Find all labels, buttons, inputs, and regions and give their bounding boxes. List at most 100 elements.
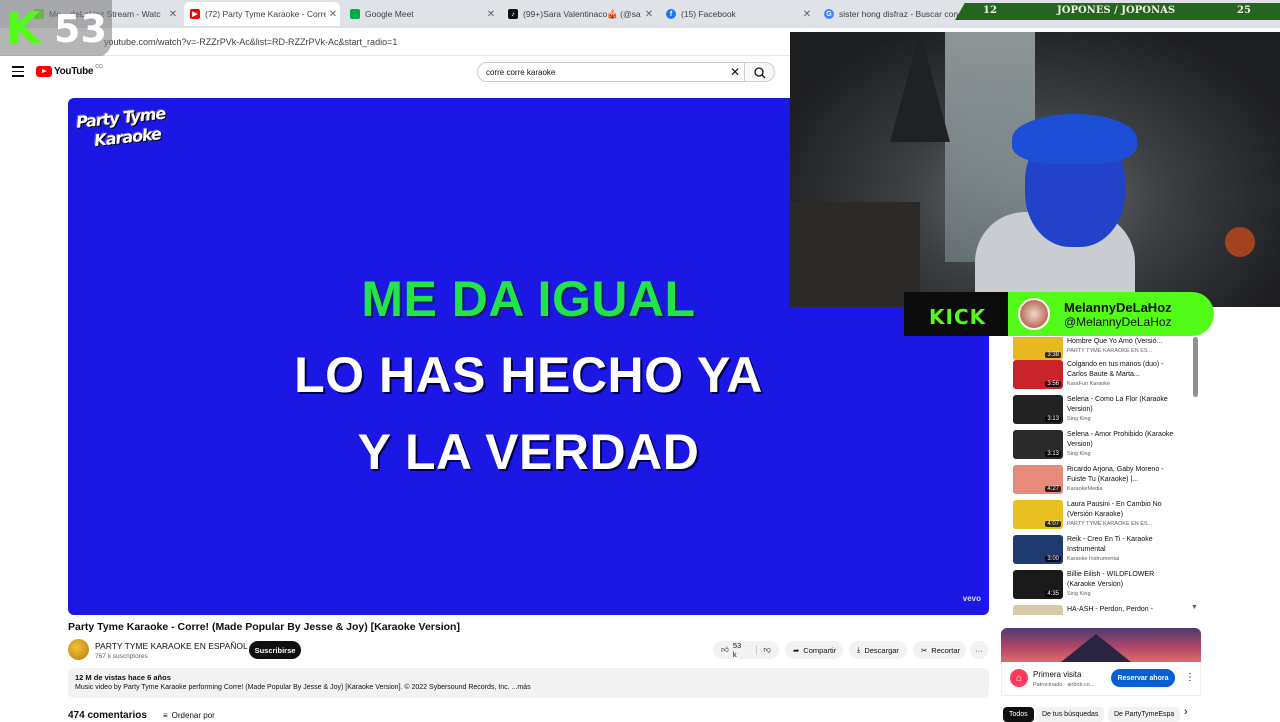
playlist-item-channel: Sing King bbox=[1067, 591, 1091, 597]
webcam-shelf bbox=[790, 202, 920, 307]
like-count[interactable]: 53 k bbox=[733, 641, 747, 659]
webcam-witch-hat bbox=[890, 32, 950, 142]
description-box[interactable] bbox=[68, 668, 989, 698]
close-tab-icon[interactable]: ✕ bbox=[800, 9, 814, 20]
playlist-item-title[interactable]: HA-ASH - Perdon, Perdon - bbox=[1067, 605, 1177, 615]
playlist-scroll-down-icon[interactable]: ▼ bbox=[1191, 604, 1198, 611]
playlist-item[interactable]: 4:07 Laura Pausini - En Cambio No (Versi… bbox=[1003, 500, 1201, 535]
playlist-thumbnail[interactable]: 3:56 bbox=[1013, 360, 1063, 389]
chips-next-icon[interactable]: › bbox=[1184, 706, 1188, 718]
address-bar[interactable]: youtube.com/watch?v=-RZZrPVk-Ac&list=RD-… bbox=[0, 28, 790, 56]
close-tab-icon[interactable]: ✕ bbox=[166, 9, 180, 20]
dislike-icon[interactable]: 👎︎ bbox=[756, 645, 771, 655]
like-icon[interactable]: 👍︎ bbox=[721, 645, 729, 655]
browser-tab-meet[interactable]: Google Meet ✕ bbox=[344, 2, 498, 26]
ad-cta-button[interactable]: Reservar ahora bbox=[1111, 669, 1175, 687]
subscribe-button[interactable]: Suscribirse bbox=[249, 641, 301, 659]
playlist-thumbnail[interactable] bbox=[1013, 605, 1063, 615]
meet-icon bbox=[350, 9, 360, 19]
share-icon: ➦ bbox=[793, 645, 800, 655]
close-tab-icon[interactable]: ✕ bbox=[326, 9, 340, 20]
kick-brand: KICK bbox=[904, 292, 1010, 336]
webcam-lamp bbox=[1225, 227, 1255, 257]
score-label: JOPONES / JOPONAS bbox=[1057, 5, 1176, 16]
search-icon bbox=[754, 67, 766, 79]
playlist-item[interactable]: HA-ASH - Perdon, Perdon - bbox=[1003, 605, 1201, 615]
vevo-watermark: vevo bbox=[962, 594, 981, 603]
playlist-item-title[interactable]: Ricardo Arjona, Gaby Moreno - Fuiste Tu … bbox=[1067, 465, 1177, 484]
youtube-logo[interactable]: YouTube CO bbox=[36, 63, 103, 77]
close-tab-icon[interactable]: ✕ bbox=[484, 9, 498, 20]
like-dislike-group: 👍︎ 53 k 👎︎ bbox=[713, 641, 779, 659]
playlist-item-channel: PARTY TYME KARAOKE EN ES... bbox=[1067, 348, 1153, 354]
browser-tab-youtube[interactable]: ▶ (72) Party Tyme Karaoke - Corre ✕ bbox=[184, 2, 340, 26]
channel-avatar[interactable] bbox=[68, 639, 89, 660]
playlist-thumbnail[interactable]: 4:07 bbox=[1013, 500, 1063, 529]
close-tab-icon[interactable]: ✕ bbox=[642, 9, 656, 20]
kick-logo-text: KICK bbox=[929, 305, 987, 329]
score-left: 12 bbox=[983, 5, 997, 16]
browser-tab-facebook[interactable]: f (15) Facebook ✕ bbox=[660, 2, 814, 26]
youtube-play-icon bbox=[36, 66, 52, 77]
playlist-item-channel: Karaoke Instrumental bbox=[1067, 556, 1120, 562]
webcam-person-cap bbox=[1012, 114, 1137, 164]
playlist-thumbnail[interactable]: 4:35 bbox=[1013, 570, 1063, 599]
share-button[interactable]: ➦ Compartir bbox=[785, 641, 843, 659]
ad-title[interactable]: Primera visita bbox=[1033, 670, 1081, 679]
browser-tab-tiktok[interactable]: ♪ (99+)Sara Valentinaco🎪 (@sa ✕ bbox=[502, 2, 656, 26]
playlist-thumbnail[interactable]: 3:38 bbox=[1013, 337, 1063, 360]
sort-comments-button[interactable]: ≡ Ordenar por bbox=[163, 711, 215, 720]
playlist-item-channel: KaraFun Karaoke bbox=[1067, 381, 1111, 387]
playlist-item-title[interactable]: Hombre Que Yo Amo (Versió... bbox=[1067, 337, 1177, 347]
playlist-item-title[interactable]: Reik - Creo En Ti - Karaoke Instrumental bbox=[1067, 535, 1177, 554]
more-actions-button[interactable]: ··· bbox=[970, 641, 988, 659]
playlist-item-channel: PARTY TYME KARAOKE EN ES... bbox=[1067, 521, 1153, 527]
lyric-line-3: Y LA VERDAD bbox=[357, 424, 700, 480]
clip-button[interactable]: ✂ Recortar bbox=[913, 641, 966, 659]
search-button[interactable] bbox=[745, 62, 775, 82]
playlist-thumbnail[interactable]: 3:00 bbox=[1013, 535, 1063, 564]
playlist-item-title[interactable]: Selena - Amor Prohibido (Karaoke Version… bbox=[1067, 430, 1177, 449]
google-icon: G bbox=[824, 9, 834, 19]
comments-count: 474 comentarios bbox=[68, 710, 147, 721]
video-duration: 3:00 bbox=[1045, 556, 1061, 562]
score-right: 25 bbox=[1237, 5, 1251, 16]
party-tyme-karaoke-logo: Party Tyme Karaoke bbox=[75, 103, 172, 168]
playlist-scrollbar[interactable] bbox=[1193, 337, 1198, 397]
playlist-item[interactable]: 3:00 Reik - Creo En Ti - Karaoke Instrum… bbox=[1003, 535, 1201, 570]
download-icon: ⤓ bbox=[857, 645, 861, 654]
more-icon: ··· bbox=[975, 645, 983, 655]
channel-name[interactable]: PARTY TYME KARAOKE EN ESPAÑOL⊘ bbox=[95, 641, 257, 651]
ad-image[interactable] bbox=[1001, 628, 1201, 662]
kick-streamer-card: KICK MelannyDeLaHoz @MelannyDeLaHoz bbox=[904, 292, 1214, 336]
playlist-item[interactable]: 3:13 Selena - Amor Prohibido (Karaoke Ve… bbox=[1003, 430, 1201, 465]
playlist-item[interactable]: 4:27 Ricardo Arjona, Gaby Moreno - Fuist… bbox=[1003, 465, 1201, 500]
video-duration: 3:38 bbox=[1045, 352, 1061, 358]
search-query: corre corre karaoke bbox=[486, 68, 556, 77]
playlist-item-title[interactable]: Laura Pausini - En Cambio No (Versión Ka… bbox=[1067, 500, 1177, 519]
youtube-wordmark: YouTube bbox=[54, 66, 94, 77]
download-button[interactable]: ⤓ Descargar bbox=[849, 641, 907, 659]
kick-logo-icon: K bbox=[6, 3, 41, 54]
ad-menu-icon[interactable]: ⋮ bbox=[1185, 672, 1195, 683]
playlist-item[interactable]: 3:56 Colgando en tus manos (duo) - Carlo… bbox=[1003, 360, 1201, 395]
streamer-handle: @MelannyDeLaHoz bbox=[1064, 315, 1172, 329]
menu-icon[interactable] bbox=[12, 66, 24, 78]
url-text[interactable]: youtube.com/watch?v=-RZZrPVk-Ac&list=RD-… bbox=[104, 37, 397, 47]
playlist-item-title[interactable]: Selena - Como La Flor (Karaoke Version) bbox=[1067, 395, 1177, 414]
browser-tab-google[interactable]: G sister hong disfraz - Buscar con bbox=[818, 2, 958, 26]
video-duration: 3:13 bbox=[1045, 451, 1061, 457]
youtube-icon: ▶ bbox=[190, 9, 200, 19]
playlist-thumbnail[interactable]: 3:13 bbox=[1013, 430, 1063, 459]
playlist-item-title[interactable]: Colgando en tus manos (duo) - Carlos Bau… bbox=[1067, 360, 1177, 379]
playlist-item-title[interactable]: Billie Eilish - WILDFLOWER (Karaoke Vers… bbox=[1067, 570, 1177, 589]
playlist-thumbnail[interactable]: 3:13 bbox=[1013, 395, 1063, 424]
playlist-item[interactable]: 4:35 Billie Eilish - WILDFLOWER (Karaoke… bbox=[1003, 570, 1201, 605]
video-duration: 4:35 bbox=[1045, 591, 1061, 597]
country-code: CO bbox=[95, 63, 103, 70]
playlist-thumbnail[interactable]: 4:27 bbox=[1013, 465, 1063, 494]
playlist-item[interactable]: 3:13 Selena - Como La Flor (Karaoke Vers… bbox=[1003, 395, 1201, 430]
clear-search-icon[interactable]: ✕ bbox=[730, 65, 740, 79]
playlist-item-channel: Sing King bbox=[1067, 451, 1091, 457]
search-input[interactable]: corre corre karaoke ✕ bbox=[477, 62, 745, 82]
